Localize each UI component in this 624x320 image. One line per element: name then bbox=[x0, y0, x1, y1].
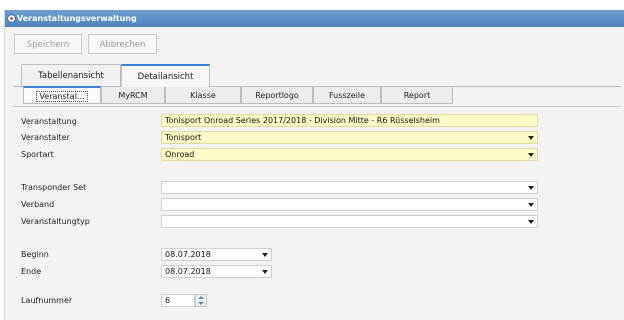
organizer-value: Tonisport bbox=[165, 133, 202, 142]
start-date-picker[interactable]: 08.07.2018 bbox=[161, 248, 272, 261]
chevron-down-icon bbox=[528, 153, 534, 157]
tab-report[interactable]: Report bbox=[381, 86, 453, 104]
start-date-value: 08.07.2018 bbox=[165, 250, 211, 259]
run-number-stepper[interactable] bbox=[195, 294, 207, 307]
window-titlebar: Veranstaltungsverwaltung bbox=[5, 10, 624, 27]
tab-event[interactable]: Veranstal... bbox=[23, 86, 101, 104]
stepper-down-icon[interactable] bbox=[198, 302, 204, 305]
sport-type-select[interactable]: Onroad bbox=[161, 148, 538, 161]
chevron-down-icon bbox=[528, 136, 534, 140]
view-tab-bar: Tabellenansicht Detailansicht bbox=[13, 60, 621, 87]
chevron-down-icon bbox=[528, 186, 534, 190]
association-label: Verband bbox=[21, 200, 55, 209]
save-button[interactable]: Speichern bbox=[14, 34, 82, 54]
event-label: Veranstaltung bbox=[21, 117, 77, 126]
tab-detail-view[interactable]: Detailansicht bbox=[121, 64, 210, 87]
window-title: Veranstaltungsverwaltung bbox=[17, 14, 137, 23]
end-date-label: Ende bbox=[21, 267, 42, 276]
tab-myrcm[interactable]: MyRCM bbox=[101, 86, 165, 104]
run-number-label: Laufnummer bbox=[21, 296, 73, 305]
tab-table-view[interactable]: Tabellenansicht bbox=[21, 64, 121, 86]
event-form: Veranstaltung Tonisport Onroad Series 20… bbox=[13, 106, 621, 317]
event-management-window: Veranstaltungsverwaltung Speichern Abbre… bbox=[4, 10, 624, 320]
end-date-picker[interactable]: 08.07.2018 bbox=[161, 265, 272, 278]
association-select[interactable] bbox=[161, 198, 538, 211]
transponder-set-label: Transponder Set bbox=[21, 183, 87, 192]
chevron-down-icon bbox=[262, 253, 268, 257]
cancel-button[interactable]: Abbrechen bbox=[88, 34, 157, 54]
tab-class[interactable]: Klasse bbox=[165, 86, 241, 104]
tab-event-label: Veranstal... bbox=[36, 91, 88, 102]
chevron-down-icon bbox=[262, 270, 268, 274]
event-type-select[interactable] bbox=[161, 215, 538, 228]
start-date-label: Beginn bbox=[21, 250, 49, 259]
tab-report-logo[interactable]: Reportlogo bbox=[241, 86, 313, 104]
detail-tab-bar: Veranstal... MyRCM Klasse Reportlogo Fus… bbox=[23, 86, 453, 106]
app-icon bbox=[7, 14, 16, 23]
event-type-label: Veranstaltungtyp bbox=[21, 217, 90, 226]
sport-type-value: Onroad bbox=[165, 150, 195, 159]
chevron-down-icon bbox=[528, 203, 534, 207]
transponder-set-select[interactable] bbox=[161, 181, 538, 194]
organizer-label: Veranstalter bbox=[21, 133, 70, 142]
run-number-input[interactable]: 6 bbox=[161, 294, 195, 307]
event-name-field[interactable]: Tonisport Onroad Series 2017/2018 - Divi… bbox=[161, 114, 538, 127]
organizer-select[interactable]: Tonisport bbox=[161, 131, 538, 144]
tab-footer[interactable]: Fusszeile bbox=[313, 86, 381, 104]
stepper-up-icon[interactable] bbox=[198, 296, 204, 299]
sport-type-label: Sportart bbox=[21, 150, 54, 159]
end-date-value: 08.07.2018 bbox=[165, 267, 211, 276]
chevron-down-icon bbox=[528, 220, 534, 224]
